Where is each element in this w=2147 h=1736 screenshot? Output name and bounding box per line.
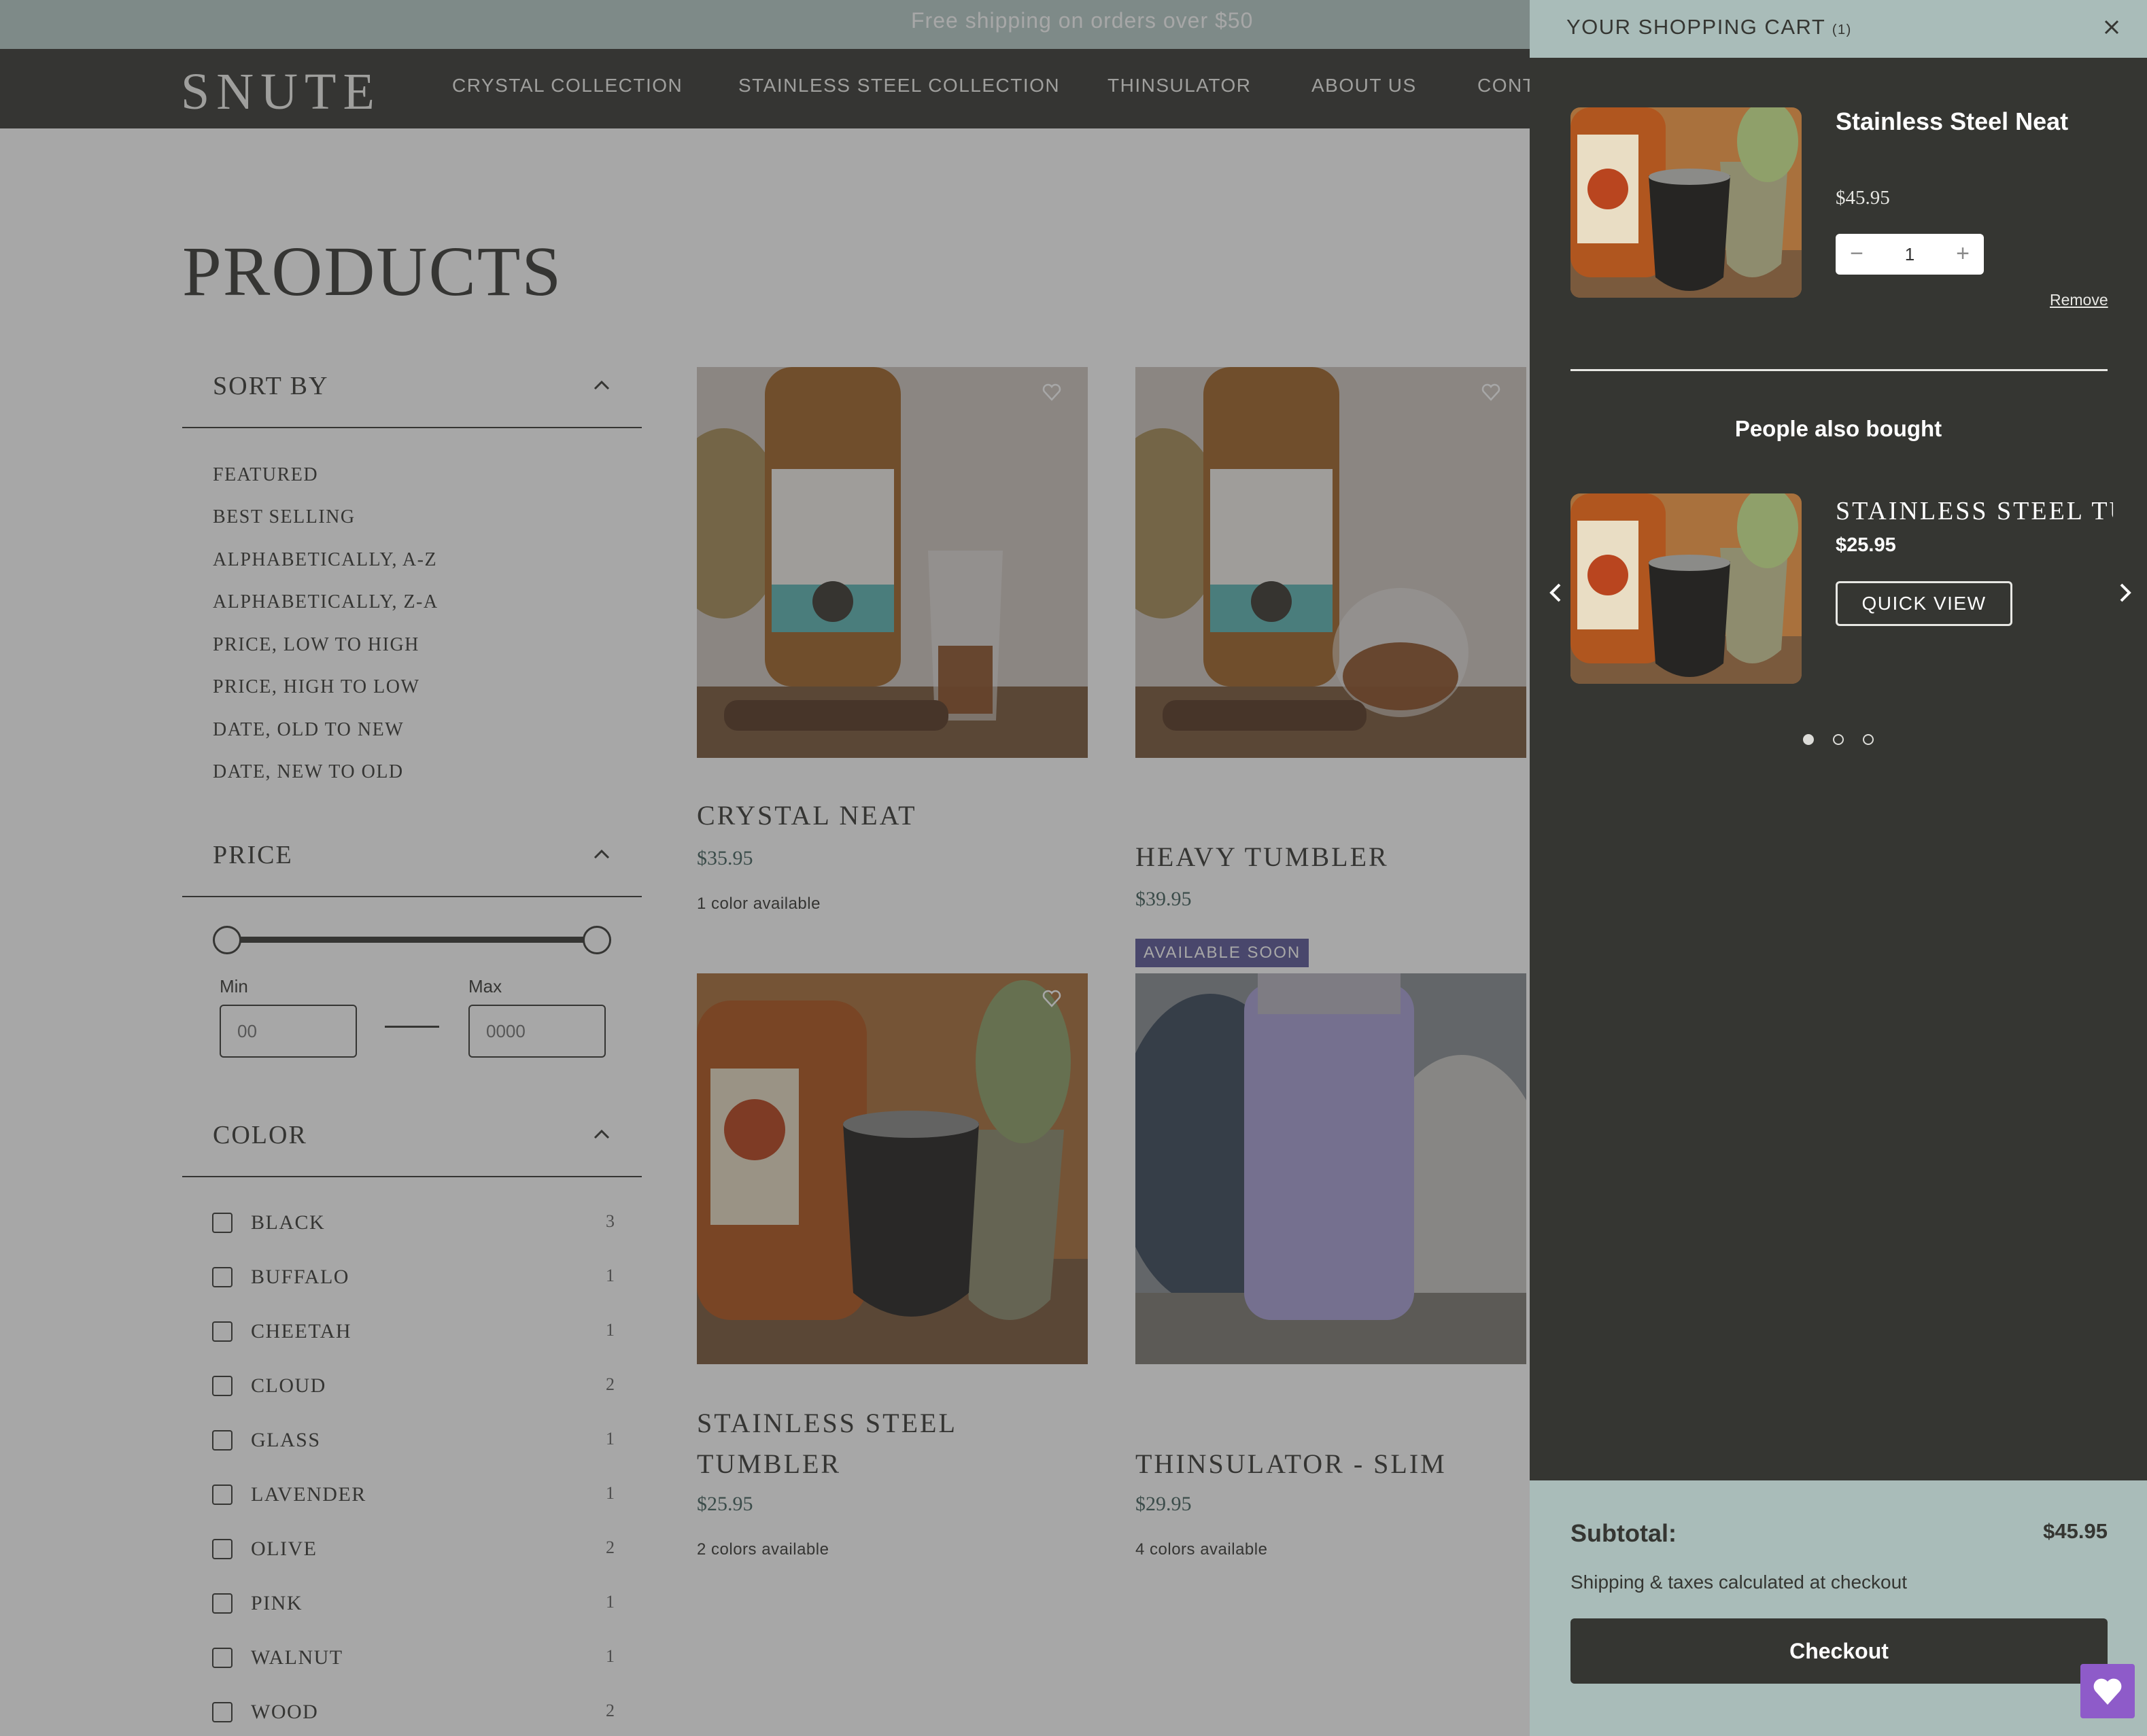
modal-backdrop[interactable] [0, 0, 1530, 1736]
checkout-button[interactable]: Checkout [1570, 1618, 2108, 1684]
cart-item-price: $45.95 [1836, 187, 1890, 209]
cart-title: YOUR SHOPPING CART (1) [1566, 15, 1852, 39]
quick-view-button[interactable]: QUICK VIEW [1836, 581, 2012, 626]
cart-header: YOUR SHOPPING CART (1) [1530, 0, 2147, 58]
people-also-bought-heading: People also bought [1734, 416, 1942, 441]
plus-icon[interactable]: + [1951, 241, 1974, 267]
carousel-dot[interactable] [1803, 734, 1814, 745]
shipping-note: Shipping & taxes calculated at checkout [1570, 1572, 1907, 1593]
recommended-product-name[interactable]: STAINLESS STEEL TU [1836, 496, 2113, 526]
carousel-dot[interactable] [1863, 734, 1874, 745]
cart-count: (1) [1832, 22, 1852, 37]
chevron-right-icon[interactable] [2113, 579, 2137, 606]
carousel-dot[interactable] [1833, 734, 1844, 745]
recommended-product-price: $25.95 [1836, 534, 1896, 556]
remove-link[interactable]: Remove [2050, 291, 2108, 309]
recommended-product-image[interactable] [1570, 493, 1802, 684]
chevron-left-icon[interactable] [1543, 579, 1568, 606]
quantity-stepper: − 1 + [1836, 234, 1984, 275]
heart-icon [2093, 1678, 2122, 1705]
wishlist-button[interactable] [2080, 1664, 2135, 1718]
subtotal-label: Subtotal: [1570, 1519, 1677, 1547]
close-icon[interactable] [2099, 15, 2124, 39]
subtotal-value: $45.95 [2043, 1519, 2108, 1543]
cart-item-name[interactable]: Stainless Steel Neat [1836, 107, 2068, 136]
divider [1570, 369, 2108, 371]
cart-item-image[interactable] [1570, 107, 1802, 298]
